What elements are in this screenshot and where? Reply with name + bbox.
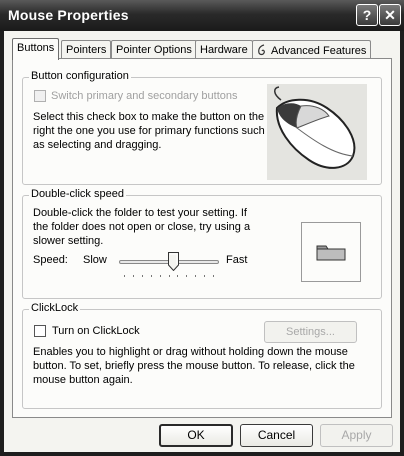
speed-label: Speed: — [33, 254, 68, 266]
slider-tick — [132, 275, 134, 277]
clicklock-settings-button[interactable]: Settings... — [264, 321, 357, 343]
apply-button[interactable]: Apply — [320, 424, 393, 447]
tab-buttons[interactable]: Buttons — [12, 38, 60, 60]
double-click-speed-slider[interactable] — [119, 252, 219, 280]
button-configuration-legend: Button configuration — [29, 70, 131, 82]
clicklock-group: ClickLock Turn on ClickLock Settings... … — [22, 302, 382, 409]
slider-tick — [141, 275, 143, 277]
clicklock-legend: ClickLock — [29, 302, 81, 314]
tab-advanced-features[interactable]: Advanced Features — [252, 40, 372, 58]
folder-icon[interactable] — [302, 223, 360, 281]
mouse-image — [267, 84, 367, 180]
help-button[interactable]: ? — [356, 4, 378, 26]
clicklock-label: Turn on ClickLock — [52, 325, 140, 337]
tab-pointer-options-label: Pointer Options — [116, 44, 192, 56]
switch-buttons-label: Switch primary and secondary buttons — [51, 90, 238, 102]
mouse-properties-window: Mouse Properties ? ✕ Buttons Pointers Po… — [0, 0, 404, 456]
slider-tick — [168, 275, 170, 277]
double-click-speed-legend: Double-click speed — [29, 188, 126, 200]
double-click-description: Double-click the folder to test your set… — [33, 207, 251, 247]
slider-tick — [195, 275, 197, 277]
double-click-test-area[interactable] — [301, 222, 361, 282]
tab-pointers[interactable]: Pointers — [61, 40, 112, 58]
title-bar[interactable]: Mouse Properties ? ✕ — [0, 0, 404, 31]
slider-tick — [150, 275, 152, 277]
button-configuration-group: Button configuration Switch primary and … — [22, 70, 382, 185]
slider-thumb[interactable] — [167, 252, 179, 271]
clicklock-checkbox[interactable] — [34, 325, 46, 337]
buttons-tab-panel: Button configuration Switch primary and … — [12, 58, 392, 418]
ok-button[interactable]: OK — [159, 424, 233, 447]
slider-tick — [159, 275, 161, 277]
slider-tick — [186, 275, 188, 277]
tab-hardware-label: Hardware — [200, 44, 248, 56]
slider-tick — [213, 275, 214, 277]
dialog-client-area: Buttons Pointers Pointer Options Hardwar… — [4, 31, 400, 452]
mouse-icon — [274, 86, 356, 169]
switch-buttons-checkbox[interactable] — [34, 90, 46, 102]
tab-buttons-label: Buttons — [17, 42, 55, 54]
clicklock-description: Enables you to highlight or drag without… — [33, 346, 355, 386]
tab-advanced-features-label: Advanced Features — [271, 45, 367, 57]
advanced-features-icon — [258, 44, 265, 56]
slider-tick — [204, 275, 206, 277]
slider-tick — [177, 275, 179, 277]
window-title: Mouse Properties — [8, 7, 129, 23]
fast-label: Fast — [226, 254, 248, 266]
slider-tick — [124, 275, 125, 277]
tab-pointer-options[interactable]: Pointer Options — [111, 40, 197, 58]
tab-hardware[interactable]: Hardware — [195, 40, 253, 58]
close-button[interactable]: ✕ — [379, 4, 401, 26]
cancel-button[interactable]: Cancel — [240, 424, 313, 447]
slow-label: Slow — [83, 254, 107, 266]
tab-pointers-label: Pointers — [66, 44, 107, 56]
button-configuration-description: Select this check box to make the button… — [33, 111, 265, 151]
double-click-speed-group: Double-click speed Double-click the fold… — [22, 188, 382, 299]
